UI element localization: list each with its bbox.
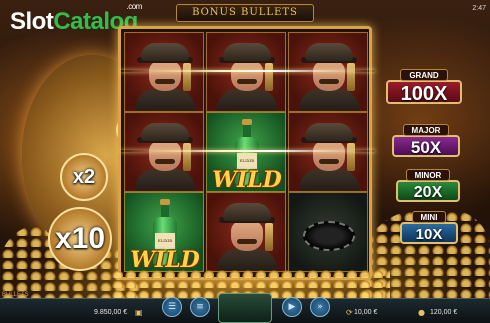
flat-cap-icon (141, 123, 189, 141)
multiplier-x10: x10 (48, 207, 112, 271)
pistol-icon (347, 63, 355, 91)
coat (299, 169, 359, 191)
reel-cell-wild-bottle: ELIXIR WILD (124, 192, 204, 272)
face (149, 141, 181, 171)
face (231, 221, 263, 251)
pistol-icon (265, 63, 273, 91)
jackpot-mini: MINI 10X (400, 205, 458, 244)
game-title: BONUS BULLETS (176, 4, 314, 22)
mustache (155, 79, 175, 84)
reel-cell-gangster (288, 112, 368, 192)
face (313, 141, 345, 171)
bet-settings-button[interactable]: ≡ (190, 297, 210, 317)
wild-label: WILD (212, 167, 282, 192)
reel-cell-gangster (206, 32, 286, 112)
multiplier-x2: x2 (60, 153, 108, 201)
balance-value: 9.850,00 € (94, 309, 128, 316)
reel-cell-gangster (124, 112, 204, 192)
pistol-icon (265, 223, 273, 251)
poker-chips-icon (303, 221, 355, 251)
jackpot-major-value: 50X (392, 135, 460, 157)
mustache (319, 79, 339, 84)
bullet-trail (120, 70, 375, 72)
jackpot-minor-value: 20X (396, 180, 460, 202)
jackpot-mini-name: MINI (411, 211, 447, 223)
mustache (237, 79, 257, 84)
reel-cell-gangster (206, 192, 286, 272)
jackpot-grand-value: 100X (386, 80, 462, 105)
flat-cap-icon (305, 43, 353, 61)
face (313, 61, 345, 91)
flat-cap-icon (305, 123, 353, 141)
pistol-icon (183, 63, 191, 91)
coat (299, 89, 359, 111)
jackpot-major-name: MAJOR (402, 124, 450, 136)
jackpot-major: MAJOR 50X (392, 118, 460, 157)
mustache (155, 159, 175, 164)
pistol-icon (183, 143, 191, 171)
reel-cell-wild-bottle: ELIXIR WILD (206, 112, 286, 192)
bet-value: 120,00 € (430, 309, 458, 316)
bullet-trail (120, 150, 375, 152)
face (231, 61, 263, 91)
clock: 2:47 (472, 5, 486, 12)
mustache (237, 239, 257, 244)
win-icon: ⟳ (346, 308, 353, 317)
jackpot-grand: GRAND 100X (386, 63, 462, 105)
face (149, 61, 181, 91)
flat-cap-icon (141, 43, 189, 61)
reel-cell-gangster (288, 32, 368, 112)
flat-cap-icon (223, 203, 271, 221)
wallet-icon: ▣ (135, 308, 143, 317)
coins-icon: ● (418, 308, 425, 317)
coat (217, 89, 277, 111)
autoplay-button[interactable]: ▶ (282, 297, 302, 317)
jackpot-minor: MINOR 20X (396, 163, 460, 202)
jackpot-minor-name: MINOR (405, 169, 451, 181)
turbo-button[interactable]: » (310, 297, 330, 317)
bottle-cap (160, 199, 170, 205)
menu-button[interactable]: ☰ (162, 297, 182, 317)
bottle-cap (242, 119, 252, 125)
win-value: 10,00 € (354, 309, 378, 316)
spin-button[interactable] (218, 293, 272, 323)
reel-cell-gangster (124, 32, 204, 112)
jackpot-mini-value: 10X (400, 222, 458, 244)
flat-cap-icon (223, 43, 271, 61)
coat (135, 169, 195, 191)
reel-cell-chips (288, 192, 368, 272)
jackpot-grand-name: GRAND (400, 69, 448, 81)
pistol-icon (347, 143, 355, 171)
mustache (319, 159, 339, 164)
coat (135, 89, 195, 111)
side-label: BULLETS (2, 292, 29, 298)
